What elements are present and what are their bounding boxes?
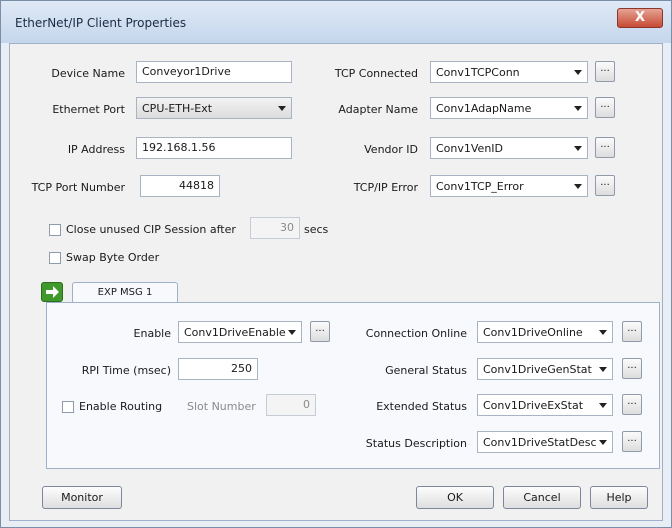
- ethernet-port-select[interactable]: CPU-ETH-Ext: [136, 97, 292, 119]
- dialog-body: Device Name Conveyor1Drive Ethernet Port…: [9, 43, 663, 521]
- chevron-down-icon: [574, 106, 582, 111]
- status-description-browse-button[interactable]: ...: [622, 431, 642, 452]
- swap-byte-order-checkbox[interactable]: [49, 252, 61, 264]
- vendor-id-browse-button[interactable]: ...: [595, 137, 615, 158]
- status-description-select[interactable]: Conv1DriveStatDesc: [477, 431, 613, 453]
- adapter-name-select[interactable]: Conv1AdapName: [430, 97, 588, 119]
- tcp-port-label: TCP Port Number: [31, 181, 125, 194]
- device-name-label: Device Name: [51, 67, 125, 80]
- extended-status-value: Conv1DriveExStat: [483, 399, 584, 412]
- cancel-button[interactable]: Cancel: [503, 486, 581, 509]
- window-title: EtherNet/IP Client Properties: [15, 16, 187, 30]
- arrow-right-icon: [46, 286, 59, 298]
- enable-select[interactable]: Conv1DriveEnable: [178, 321, 302, 343]
- device-name-input[interactable]: Conveyor1Drive: [136, 61, 292, 83]
- ip-address-input[interactable]: 192.168.1.56: [136, 137, 292, 159]
- chevron-down-icon: [574, 70, 582, 75]
- tcpip-error-select[interactable]: Conv1TCP_Error: [430, 175, 588, 197]
- add-message-button[interactable]: [41, 282, 63, 302]
- connection-online-label: Connection Online: [365, 327, 467, 340]
- secs-label: secs: [304, 223, 329, 236]
- tcpip-error-value: Conv1TCP_Error: [436, 180, 524, 193]
- connection-online-browse-button[interactable]: ...: [622, 321, 642, 342]
- rpi-time-input[interactable]: 250: [178, 358, 258, 380]
- tcp-port-input[interactable]: 44818: [140, 175, 220, 197]
- general-status-label: General Status: [385, 364, 467, 377]
- message-panel: Enable Conv1DriveEnable ... RPI Time (ms…: [46, 303, 660, 469]
- chevron-down-icon: [599, 367, 607, 372]
- tcp-connected-value: Conv1TCPConn: [436, 66, 520, 79]
- ok-button[interactable]: OK: [416, 486, 494, 509]
- extended-status-browse-button[interactable]: ...: [622, 394, 642, 415]
- adapter-name-browse-button[interactable]: ...: [595, 97, 615, 118]
- tcp-connected-browse-button[interactable]: ...: [595, 61, 615, 82]
- chevron-down-icon: [574, 146, 582, 151]
- enable-routing-label: Enable Routing: [79, 400, 163, 413]
- rpi-time-label: RPI Time (msec): [81, 364, 171, 377]
- extended-status-select[interactable]: Conv1DriveExStat: [477, 394, 613, 416]
- close-session-seconds-input[interactable]: 30: [250, 217, 300, 239]
- ethernet-port-value: CPU-ETH-Ext: [142, 102, 213, 115]
- slot-number-input[interactable]: 0: [266, 394, 316, 416]
- extended-status-label: Extended Status: [376, 400, 467, 413]
- chevron-down-icon: [599, 403, 607, 408]
- connection-online-select[interactable]: Conv1DriveOnline: [477, 321, 613, 343]
- vendor-id-select[interactable]: Conv1VenID: [430, 137, 588, 159]
- general-status-browse-button[interactable]: ...: [622, 358, 642, 379]
- dialog-window: EtherNet/IP Client Properties X Device N…: [0, 0, 672, 528]
- ip-address-label: IP Address: [67, 143, 125, 156]
- tcpip-error-label: TCP/IP Error: [353, 181, 418, 194]
- ethernet-port-label: Ethernet Port: [52, 103, 125, 116]
- enable-browse-button[interactable]: ...: [310, 321, 330, 342]
- swap-byte-order-label: Swap Byte Order: [66, 251, 160, 264]
- vendor-id-label: Vendor ID: [364, 143, 418, 156]
- connection-online-value: Conv1DriveOnline: [483, 326, 583, 339]
- enable-value: Conv1DriveEnable: [184, 326, 286, 339]
- slot-number-label: Slot Number: [187, 400, 256, 413]
- help-button[interactable]: Help: [590, 486, 648, 509]
- close-button[interactable]: X: [617, 8, 663, 28]
- chevron-down-icon: [278, 106, 286, 111]
- vendor-id-value: Conv1VenID: [436, 142, 504, 155]
- title-bar[interactable]: EtherNet/IP Client Properties X: [1, 1, 671, 43]
- enable-label: Enable: [133, 327, 171, 340]
- status-description-value: Conv1DriveStatDesc: [483, 436, 597, 449]
- tcpip-error-browse-button[interactable]: ...: [595, 175, 615, 196]
- close-session-checkbox[interactable]: [49, 224, 61, 236]
- tcp-connected-label: TCP Connected: [334, 67, 418, 80]
- enable-routing-checkbox[interactable]: [62, 401, 74, 413]
- adapter-name-value: Conv1AdapName: [436, 102, 532, 115]
- general-status-value: Conv1DriveGenStat: [483, 363, 592, 376]
- tcp-connected-select[interactable]: Conv1TCPConn: [430, 61, 588, 83]
- chevron-down-icon: [288, 330, 296, 335]
- status-description-label: Status Description: [365, 437, 467, 450]
- close-session-label: Close unused CIP Session after: [66, 223, 236, 236]
- chevron-down-icon: [599, 330, 607, 335]
- general-status-select[interactable]: Conv1DriveGenStat: [477, 358, 613, 380]
- chevron-down-icon: [599, 440, 607, 445]
- monitor-button[interactable]: Monitor: [42, 486, 122, 509]
- adapter-name-label: Adapter Name: [338, 103, 418, 116]
- tab-exp-msg-1[interactable]: EXP MSG 1: [72, 282, 178, 303]
- chevron-down-icon: [574, 184, 582, 189]
